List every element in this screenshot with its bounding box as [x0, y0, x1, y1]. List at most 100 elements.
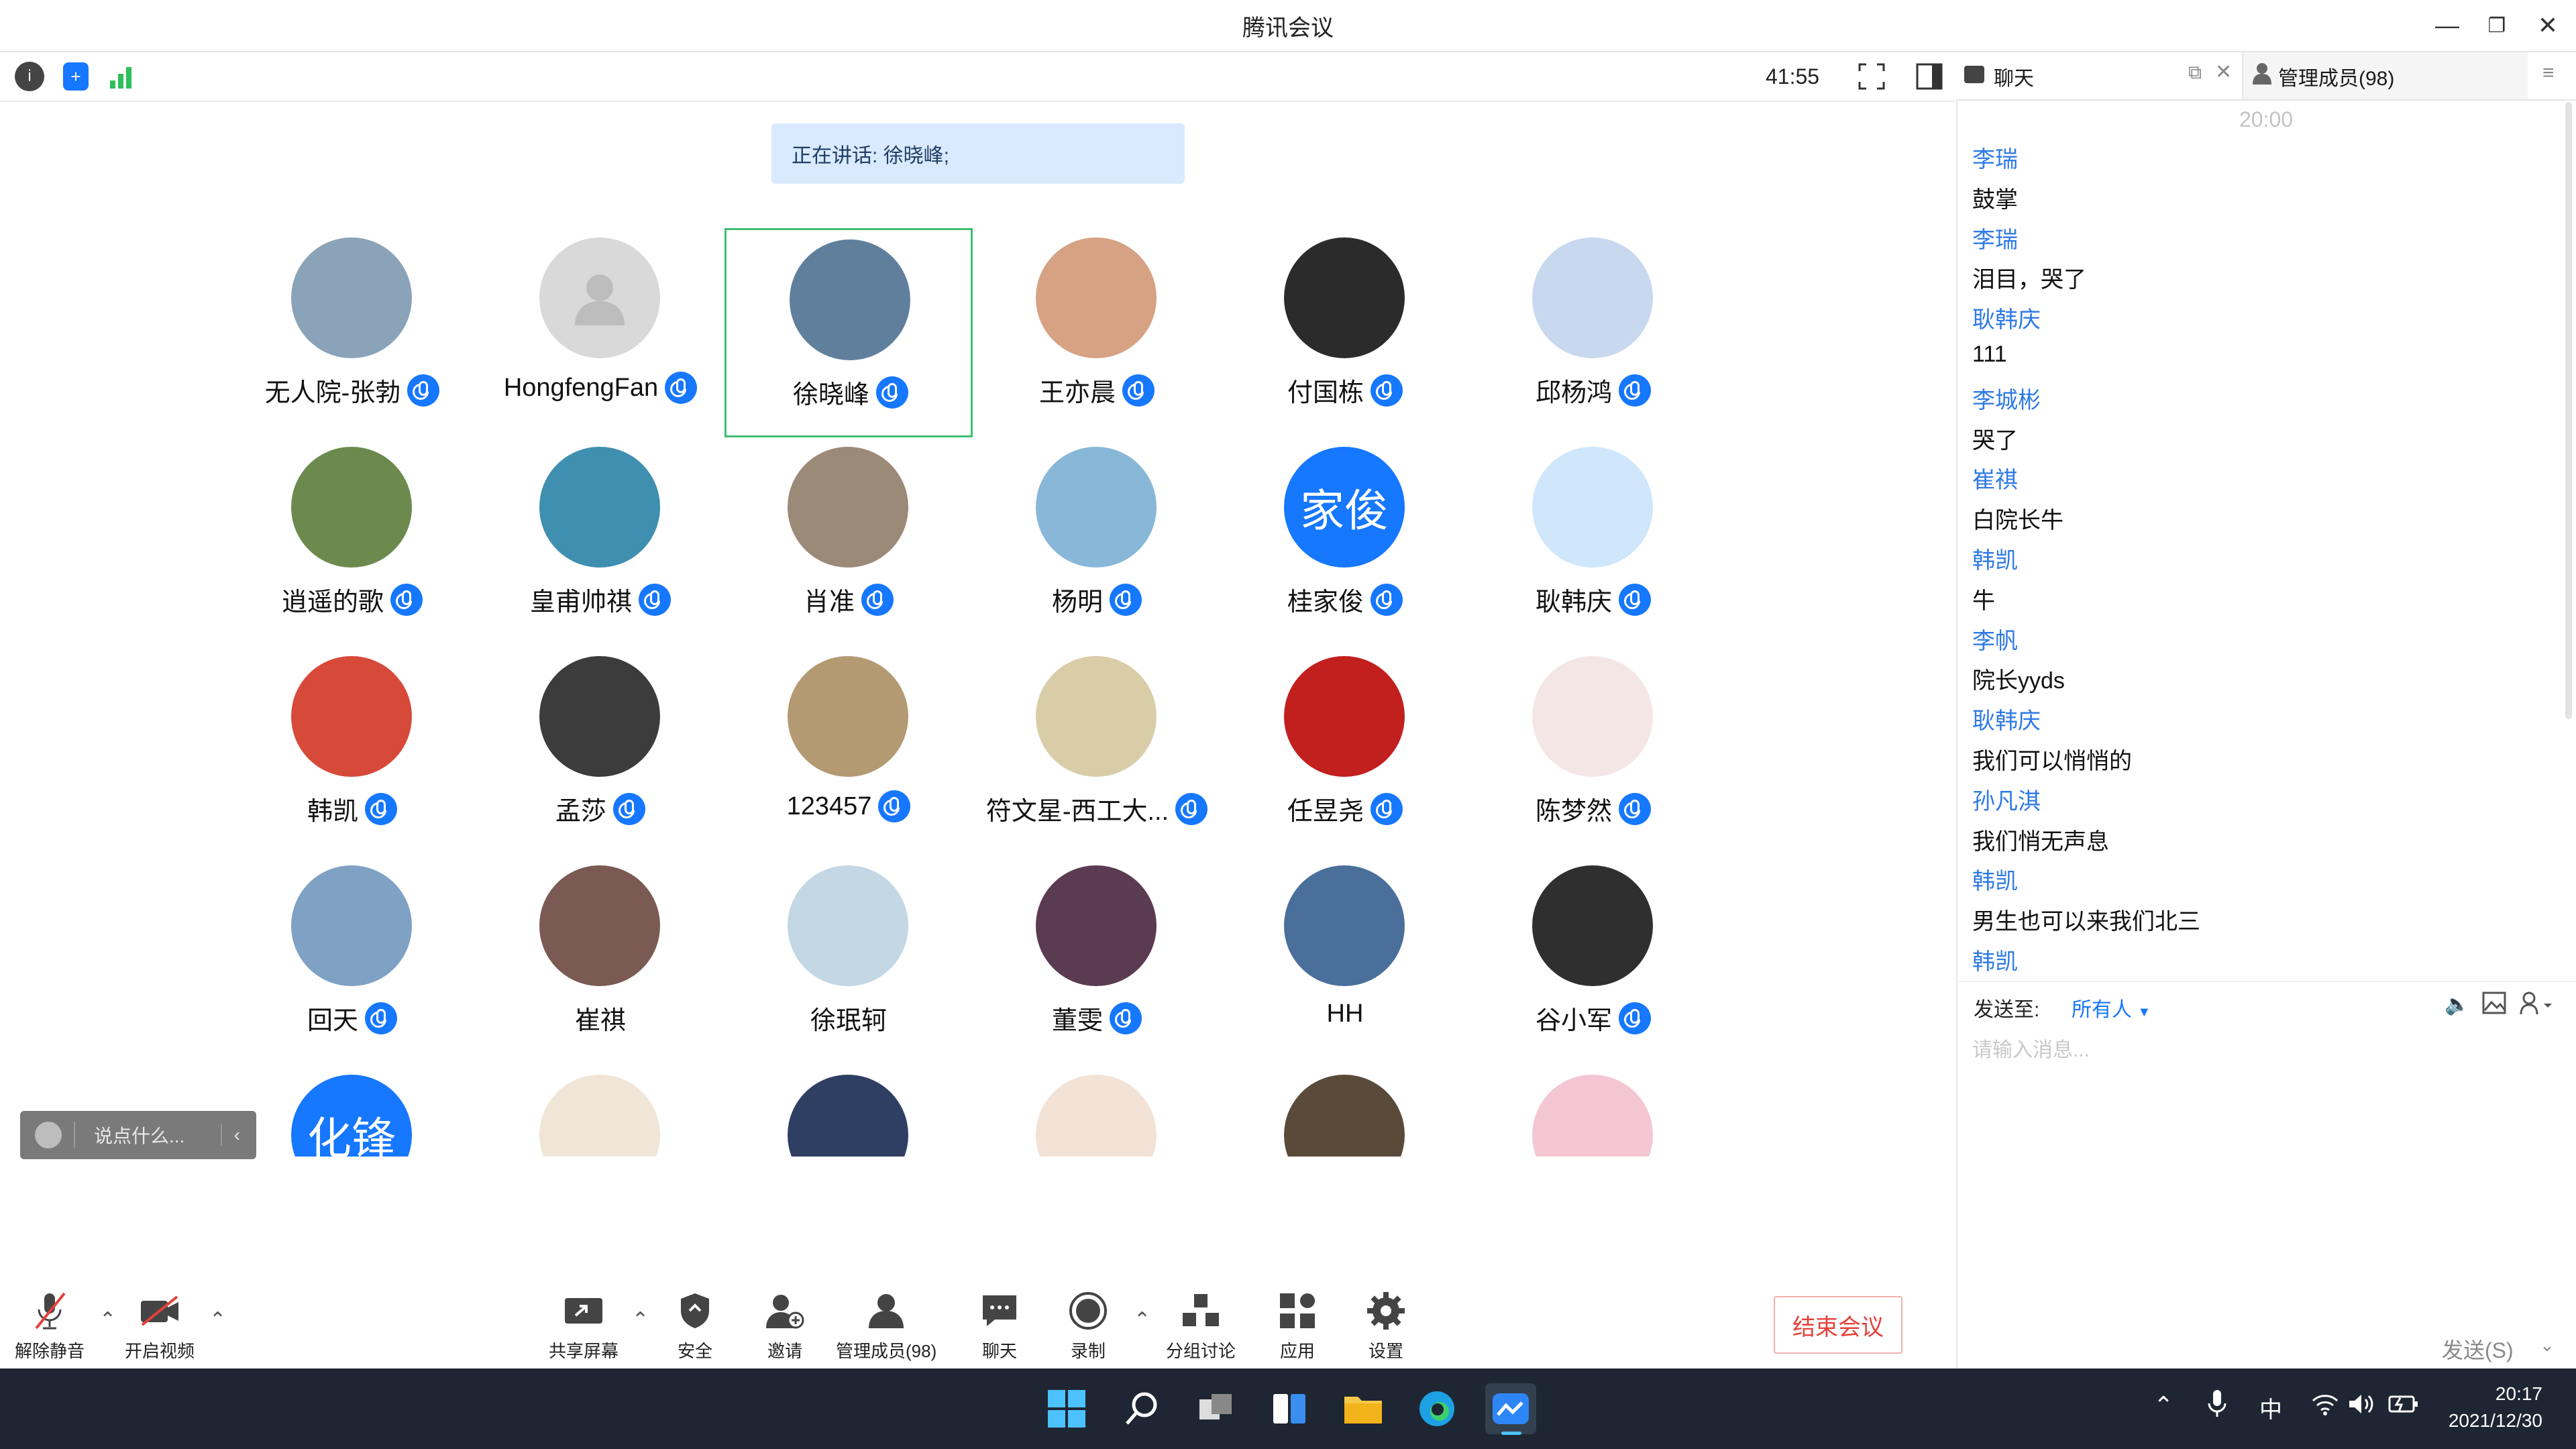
tab-chat[interactable]: 聊天 ⧉ ✕: [1956, 52, 2243, 99]
close-button[interactable]: ✕: [2529, 7, 2567, 44]
share-options-caret[interactable]: ⌃: [632, 1308, 649, 1332]
menu-icon[interactable]: ≡: [2542, 62, 2555, 85]
speaker-icon[interactable]: 🔈: [2445, 993, 2469, 1016]
security-button[interactable]: 安全: [674, 1289, 716, 1362]
chat-sender-name[interactable]: 韩凯: [1972, 943, 2018, 976]
record-options-caret[interactable]: ⌃: [1134, 1308, 1150, 1332]
chat-sender-name[interactable]: 李帆: [1972, 623, 2018, 655]
mic-active-icon: [639, 583, 671, 616]
chat-sender-name[interactable]: 李瑞: [1972, 141, 2018, 174]
emoji-icon[interactable]: [35, 1122, 62, 1148]
chat-sender-name[interactable]: 李城彬: [1972, 382, 2041, 415]
breakout-button[interactable]: 分组讨论: [1166, 1289, 1236, 1362]
avatar: [1532, 1075, 1653, 1157]
mention-icon[interactable]: [2520, 991, 2555, 1016]
participant-tile[interactable]: [1221, 1065, 1469, 1157]
mic-active-icon: [878, 790, 911, 822]
participant-tile[interactable]: 陈梦然: [1469, 647, 1717, 856]
chat-sender-name[interactable]: 李瑞: [1972, 221, 2018, 254]
fullscreen-icon[interactable]: [1857, 62, 1886, 91]
participant-tile[interactable]: 杨明: [973, 437, 1221, 647]
participant-tile[interactable]: 逍遥的歌: [228, 437, 476, 647]
search-icon[interactable]: [1116, 1383, 1167, 1434]
participant-tile[interactable]: 徐珉轲: [724, 856, 973, 1065]
participant-tile[interactable]: 肖准: [724, 437, 973, 647]
chat-scrollbar[interactable]: [2565, 102, 2572, 719]
apps-button[interactable]: 应用: [1276, 1289, 1319, 1362]
participant-tile[interactable]: 孟莎: [476, 647, 724, 856]
image-icon[interactable]: [2482, 991, 2506, 1014]
participant-tile[interactable]: 耿韩庆: [1469, 437, 1717, 647]
manage-members-button[interactable]: 管理成员(98): [836, 1289, 936, 1362]
video-options-caret[interactable]: ⌃: [209, 1308, 226, 1332]
edge-browser-icon[interactable]: [1411, 1383, 1462, 1434]
chat-sender-name[interactable]: 韩凯: [1972, 542, 2018, 575]
start-video-button[interactable]: 开启视频: [125, 1289, 195, 1362]
record-button[interactable]: 录制: [1067, 1289, 1110, 1362]
signal-icon[interactable]: [109, 64, 136, 89]
chat-button[interactable]: 聊天: [978, 1289, 1021, 1362]
start-icon[interactable]: [1041, 1383, 1092, 1434]
participant-tile[interactable]: 家俊 桂家俊: [1221, 437, 1469, 647]
restore-button[interactable]: ❐: [2478, 7, 2516, 44]
settings-button[interactable]: 设置: [1364, 1289, 1407, 1362]
participant-tile[interactable]: 徐晓峰: [724, 228, 973, 437]
collapse-icon[interactable]: ‹: [220, 1124, 240, 1146]
quick-chat-box[interactable]: 说点什么... ‹: [20, 1111, 256, 1159]
tray-overflow-icon[interactable]: ⌃: [2153, 1391, 2174, 1419]
share-screen-button[interactable]: 共享屏幕: [549, 1289, 619, 1362]
participant-tile[interactable]: 回天: [228, 856, 476, 1065]
audio-options-caret[interactable]: ⌃: [99, 1308, 116, 1332]
invite-button[interactable]: 邀请: [763, 1289, 806, 1362]
chat-sender-name[interactable]: 耿韩庆: [1972, 301, 2041, 334]
side-panel-icon[interactable]: [1915, 62, 1944, 91]
task-view-icon[interactable]: [1190, 1383, 1241, 1434]
chat-sender-name[interactable]: 韩凯: [1972, 863, 2018, 896]
chat-sender-name[interactable]: 崔祺: [1972, 462, 2018, 494]
participant-tile[interactable]: [973, 1065, 1221, 1157]
participant-tile[interactable]: 任昱尧: [1221, 647, 1469, 856]
participant-tile[interactable]: HH: [1221, 856, 1469, 1065]
participant-tile[interactable]: 123457: [724, 647, 973, 856]
participant-tile[interactable]: 崔祺: [476, 856, 724, 1065]
participant-tile[interactable]: 邱杨鸿: [1469, 228, 1717, 437]
chat-sender-name[interactable]: 孙凡淇: [1972, 783, 2041, 816]
participant-tile[interactable]: HongfengFan: [476, 228, 724, 437]
unmute-button[interactable]: 解除静音: [15, 1289, 85, 1362]
participant-tile[interactable]: 无人院-张勃: [228, 228, 476, 437]
send-button[interactable]: 发送(S): [2442, 1334, 2514, 1364]
send-options-caret[interactable]: ⌄: [2540, 1335, 2555, 1356]
battery-icon[interactable]: [2388, 1394, 2419, 1414]
shield-icon[interactable]: +: [63, 62, 89, 91]
close-tab-icon[interactable]: ✕: [2215, 60, 2232, 84]
participant-tile[interactable]: 化锋: [228, 1065, 476, 1157]
window-title: 腾讯会议: [1242, 15, 1334, 41]
participant-tile[interactable]: 谷小军: [1469, 856, 1717, 1065]
tab-members[interactable]: 管理成员(98): [2243, 52, 2528, 99]
chat-sender-name[interactable]: 耿韩庆: [1972, 702, 2041, 735]
info-icon[interactable]: i: [15, 62, 44, 91]
send-to-dropdown[interactable]: 所有人 ▼: [2072, 993, 2151, 1022]
widgets-icon[interactable]: [1264, 1383, 1315, 1434]
participant-tile[interactable]: 董雯: [973, 856, 1221, 1065]
participant-tile[interactable]: 皇甫帅祺: [476, 437, 724, 647]
participant-tile[interactable]: [1469, 1065, 1717, 1157]
participant-tile[interactable]: [724, 1065, 973, 1157]
tencent-meeting-taskbar-icon[interactable]: [1485, 1383, 1536, 1434]
participant-tile[interactable]: 王亦晨: [973, 228, 1221, 437]
chat-message-input[interactable]: 请输入消息...: [1972, 1033, 2090, 1063]
participant-tile[interactable]: 韩凯: [228, 647, 476, 856]
system-clock[interactable]: 20:17 2021/12/30: [2435, 1381, 2542, 1434]
wifi-icon[interactable]: [2312, 1393, 2339, 1415]
ime-indicator[interactable]: 中: [2259, 1391, 2282, 1424]
file-explorer-icon[interactable]: [1338, 1383, 1389, 1434]
participant-tile[interactable]: 符文星-西工大...: [973, 647, 1221, 856]
participant-tile[interactable]: [476, 1065, 724, 1157]
minimize-button[interactable]: —: [2428, 7, 2466, 44]
popout-icon[interactable]: ⧉: [2188, 62, 2202, 84]
end-meeting-button[interactable]: 结束会议: [1774, 1296, 1902, 1354]
camera-off-icon: [138, 1289, 181, 1332]
volume-icon[interactable]: [2348, 1393, 2375, 1415]
participant-tile[interactable]: 付国栋: [1221, 228, 1469, 437]
tray-mic-icon[interactable]: [2207, 1389, 2227, 1418]
